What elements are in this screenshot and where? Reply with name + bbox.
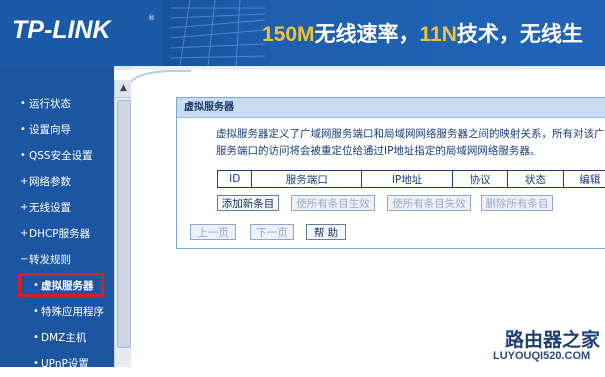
sidebar-item-label: 特殊应用程序 [41, 299, 104, 325]
panel-title-text: 虚拟服务器 [184, 98, 234, 117]
sidebar-item-setup-wizard[interactable]: • 设置向导 [0, 117, 114, 143]
sidebar-item-label: 运行状态 [29, 91, 71, 117]
enable-all-button[interactable]: 使所有条目生效 [291, 195, 375, 211]
watermark-url: LUYOUQI520.COM [493, 350, 590, 362]
sidebar-item-forwarding[interactable]: − 转发规则 [0, 247, 114, 273]
sidebar-item-status[interactable]: • 运行状态 [0, 91, 114, 117]
expand-icon: + [20, 169, 28, 195]
sidebar-item-special-app[interactable]: • 特殊应用程序 [0, 299, 114, 325]
sidebar-item-qss[interactable]: • QSS安全设置 [0, 143, 114, 169]
sidebar-item-label: QSS安全设置 [29, 143, 93, 169]
banner-tagline: 150M无线速率，11N技术，无线生 [262, 18, 583, 48]
bullet-icon: • [33, 351, 39, 377]
virtual-server-panel: 虚拟服务器 虚拟服务器定义了广域网服务端口和局域网网络服务器之间的映射关系，所有… [176, 97, 605, 249]
collapse-icon: − [20, 247, 28, 273]
help-button[interactable]: 帮 助 [306, 224, 346, 240]
column-header-port: 服务端口 [252, 171, 362, 188]
tagline-11n: 11N [420, 23, 457, 46]
sidebar-item-label: 无线设置 [29, 195, 71, 221]
expand-icon: + [20, 221, 28, 247]
column-header-id: ID [218, 171, 252, 188]
tplink-logo: TP-LINK [12, 16, 111, 45]
tagline-text: 无线速率， [315, 23, 420, 46]
add-entry-button[interactable]: 添加新条目 [217, 195, 279, 211]
banner-decoration [170, 0, 265, 66]
sidebar-item-dmz[interactable]: • DMZ主机 [0, 325, 114, 351]
bullet-icon: • [20, 91, 26, 117]
tagline-tail: 技术，无线生 [457, 23, 583, 46]
sidebar-item-label: 设置向导 [29, 117, 71, 143]
bullet-icon: • [20, 143, 26, 169]
sidebar-item-upnp[interactable]: • UPnP设置 [0, 351, 114, 377]
sidebar-item-label: 网络参数 [29, 169, 71, 195]
sidebar-item-wireless[interactable]: + 无线设置 [0, 195, 114, 221]
sidebar-item-label: UPnP设置 [41, 351, 89, 377]
sidebar-scrollbar[interactable]: ▲ [114, 80, 132, 367]
virtual-server-table: ID 服务端口 IP地址 协议 状态 编辑 [217, 170, 605, 188]
bullet-icon: • [20, 117, 26, 143]
sidebar-item-network[interactable]: + 网络参数 [0, 169, 114, 195]
table-header-row: ID 服务端口 IP地址 协议 状态 编辑 [218, 171, 605, 188]
delete-all-button[interactable]: 删除所有条目 [481, 195, 553, 211]
scroll-up-icon[interactable]: ▲ [115, 80, 132, 98]
sidebar-item-label: DMZ主机 [41, 325, 86, 351]
next-page-button[interactable]: 下一页 [250, 224, 294, 240]
column-header-edit: 编辑 [563, 171, 605, 188]
column-header-ip: IP地址 [362, 171, 453, 188]
scroll-thumb[interactable] [117, 100, 131, 348]
panel-title: 虚拟服务器 [177, 98, 605, 118]
description-line: 虚拟服务器定义了广域网服务端口和局域网网络服务器之间的映射关系，所有对该广 [216, 126, 605, 143]
bullet-icon: • [33, 325, 39, 351]
panel-description: 虚拟服务器定义了广域网服务端口和局域网网络服务器之间的映射关系，所有对该广 服务… [216, 126, 605, 160]
header-banner: TP-LINK ® 150M无线速率，11N技术，无线生 [0, 0, 605, 66]
expand-icon: + [20, 195, 28, 221]
tagline-speed: 150M [262, 23, 315, 46]
sidebar-item-label: DHCP服务器 [29, 221, 90, 247]
bullet-icon: • [33, 299, 39, 325]
column-header-protocol: 协议 [452, 171, 507, 188]
prev-page-button[interactable]: 上一页 [190, 224, 236, 240]
highlight-box [18, 273, 104, 297]
sidebar-item-dhcp[interactable]: + DHCP服务器 [0, 221, 114, 247]
logo-area: TP-LINK ® [0, 0, 163, 66]
registered-mark: ® [148, 14, 155, 22]
disable-all-button[interactable]: 使所有条目失效 [387, 195, 471, 211]
watermark-title: 路由器之家 [505, 325, 600, 352]
sidebar-item-label: 转发规则 [29, 247, 71, 273]
description-line: 服务端口的访问将会被重定位给通过IP地址指定的局域网网络服务器。 [216, 143, 605, 160]
column-header-status: 状态 [508, 171, 563, 188]
